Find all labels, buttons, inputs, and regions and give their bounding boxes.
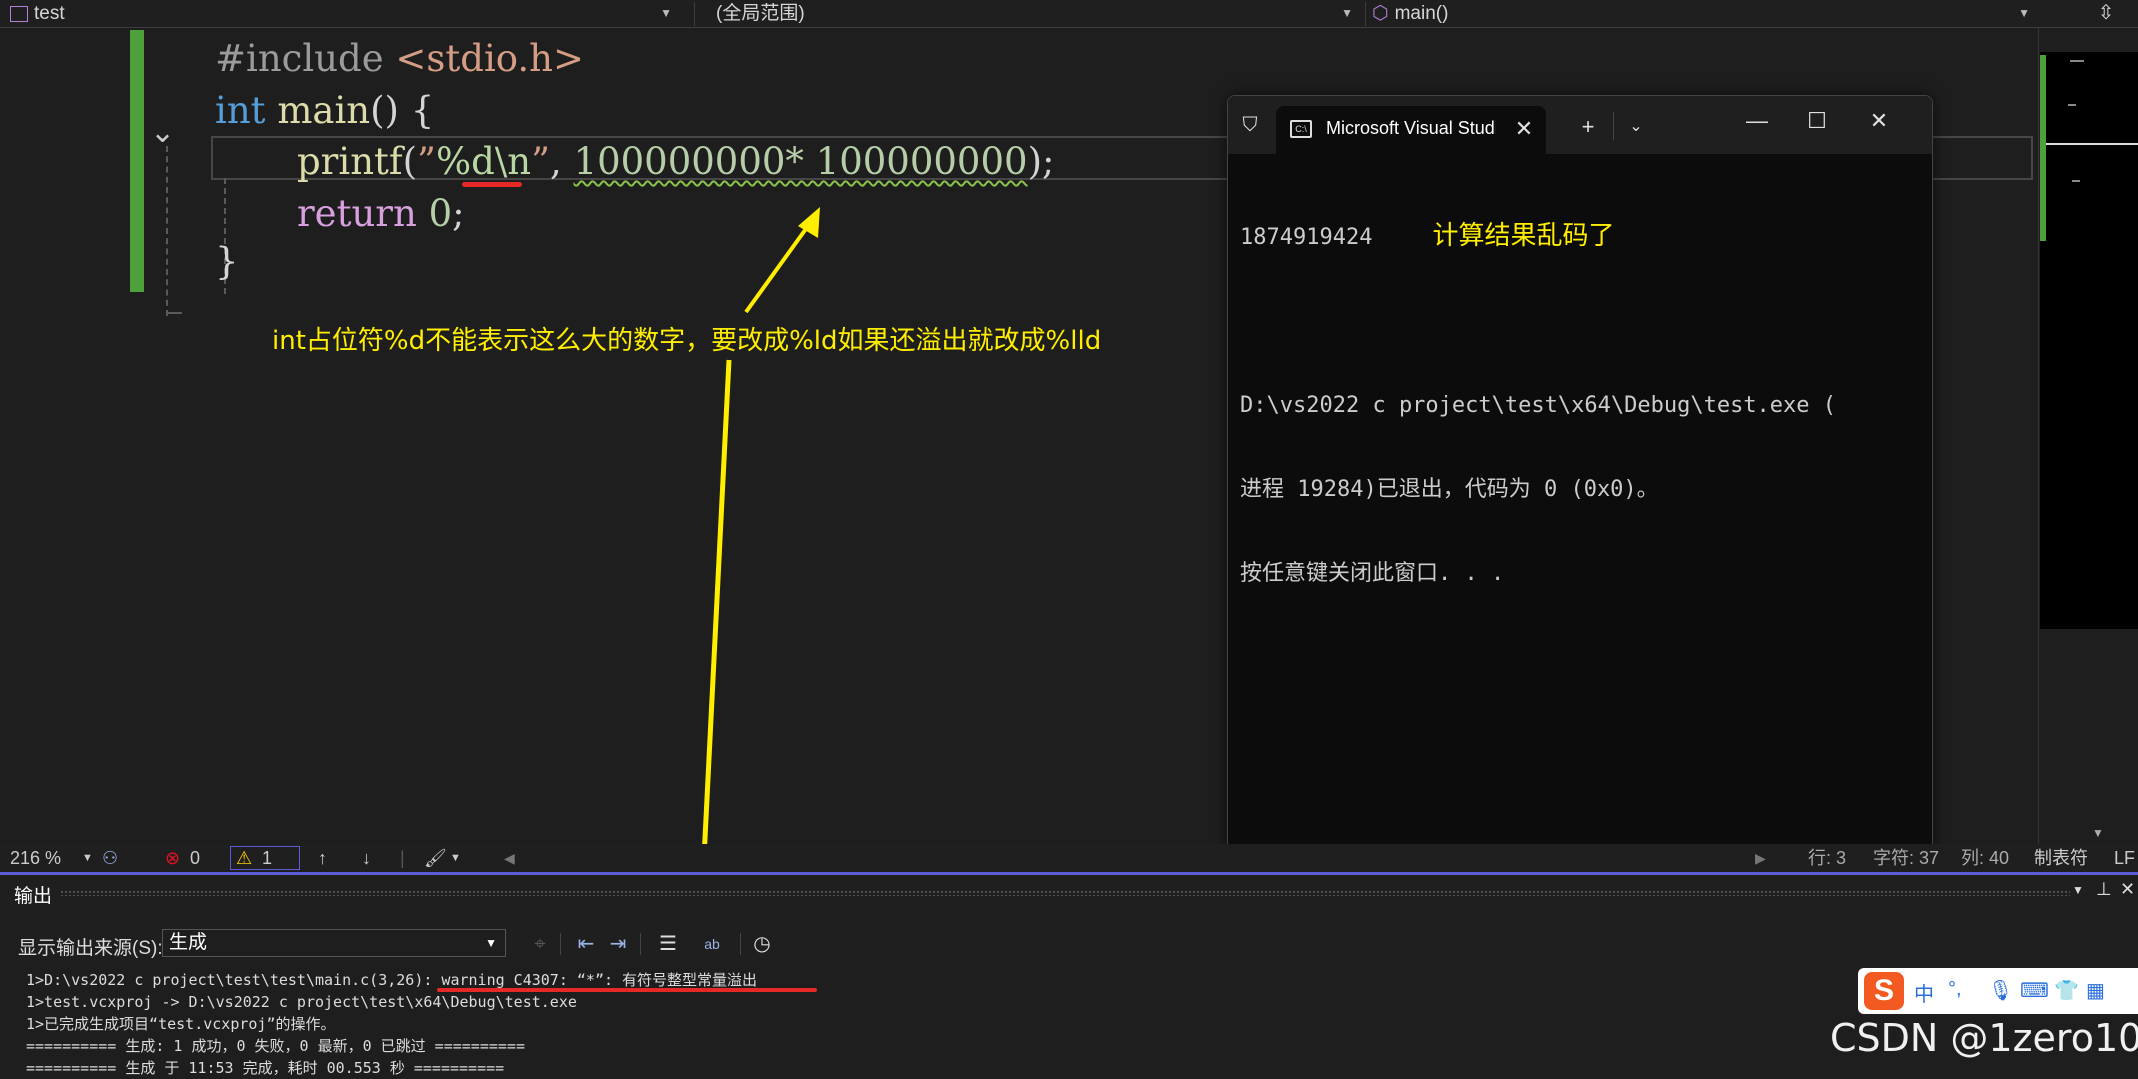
- zoom-level[interactable]: 216 %: [10, 844, 61, 872]
- ime-punctuation[interactable]: °,: [1948, 978, 1962, 1001]
- copilot-icon[interactable]: ⚇: [102, 844, 118, 872]
- shield-icon: ⛉: [1242, 114, 1258, 136]
- arrow-down-icon[interactable]: ↓: [362, 844, 371, 872]
- divider: [640, 933, 641, 955]
- chevron-down-icon: ▼: [485, 936, 497, 950]
- editor-status-bar: 216 % ▼ ⚇ ⊗ 0 ⚠ 1 ↑ ↓ | 🖌 ▼ ◀ ▶ 行: 3 字符:…: [0, 844, 2138, 872]
- console-annotation: 计算结果乱码了: [1432, 221, 1615, 251]
- ime-toolbar[interactable]: S 中 °, 🎙 ⌨ 👕 ▦: [1858, 968, 2138, 1014]
- terminal-icon: C:\: [1290, 120, 1312, 138]
- output-panel: 输出 ▼ ⊥ ✕ 显示输出来源(S): 生成 ▼ ⌖ ⇤ ⇥ ☰ ab ◷ 1>D…: [0, 872, 2138, 1079]
- error-count[interactable]: 0: [190, 844, 200, 872]
- output-line: 1>test.vcxproj -> D:\vs2022 c project\te…: [26, 993, 577, 1011]
- output-line: ========== 生成: 1 成功，0 失败，0 最新，0 已跳过 ====…: [26, 1037, 525, 1055]
- panel-grip[interactable]: [60, 890, 2070, 896]
- arrow-up-icon[interactable]: ↑: [318, 844, 327, 872]
- minimap-code-mark: [2070, 60, 2084, 62]
- output-source-select[interactable]: 生成 ▼: [162, 929, 506, 957]
- divider: |: [400, 848, 405, 868]
- char-number: 字符: 37: [1873, 848, 1940, 868]
- console-tab[interactable]: C:\ Microsoft Visual Studio Debug Consol…: [1276, 106, 1546, 154]
- output-line: 1>已完成生成项目“test.vcxproj”的操作。: [26, 1015, 336, 1033]
- minimap-cursor-line: [2046, 143, 2138, 145]
- console-exit-line: 按任意键关闭此窗口. . .: [1240, 561, 1505, 586]
- chevron-down-icon[interactable]: ▼: [82, 844, 93, 872]
- next-message-icon[interactable]: ⇥: [604, 931, 632, 957]
- divider: [1613, 112, 1614, 140]
- console-titlebar: ⛉ C:\ Microsoft Visual Studio Debug Cons…: [1228, 96, 1932, 154]
- arrow-to-expression: [744, 207, 820, 314]
- close-icon[interactable]: ✕: [2120, 879, 2135, 900]
- scroll-left-icon[interactable]: ◀: [504, 844, 515, 872]
- clock-icon[interactable]: ◷: [748, 931, 776, 957]
- output-text[interactable]: 1>D:\vs2022 c project\test\test\main.c(3…: [0, 965, 2138, 1079]
- new-tab-button[interactable]: +: [1576, 116, 1600, 138]
- divider: [560, 933, 561, 955]
- shirt-icon[interactable]: 👕: [2054, 978, 2079, 1003]
- console-output: 1874919424 计算结果乱码了 D:\vs2022 c project\te…: [1240, 166, 1920, 644]
- scroll-right-icon[interactable]: ▶: [1755, 844, 1766, 872]
- ime-logo-icon: S: [1864, 972, 1904, 1010]
- line-number: 行: 3: [1808, 848, 1847, 868]
- microphone-icon[interactable]: 🎙: [1988, 978, 2013, 1003]
- pin-icon[interactable]: ⊥: [2096, 879, 2112, 900]
- chevron-down-icon[interactable]: ▼: [450, 844, 461, 872]
- output-source-label: 显示输出来源(S):: [18, 938, 163, 959]
- minimap-change-indicator: [2040, 55, 2046, 241]
- go-to-location-icon[interactable]: ⌖: [526, 931, 554, 957]
- divider: [740, 933, 741, 955]
- chevron-down-icon[interactable]: ▼: [2072, 883, 2084, 897]
- console-window[interactable]: ⛉ C:\ Microsoft Visual Studio Debug Cons…: [1227, 95, 1933, 852]
- console-result-line: 1874919424 计算结果乱码了: [1240, 222, 1920, 252]
- warning-count: 1: [262, 848, 273, 868]
- minimize-button[interactable]: —: [1742, 110, 1772, 132]
- output-line: ========== 生成 于 11:53 完成，耗时 00.553 秒 ===…: [26, 1059, 505, 1077]
- output-source-value: 生成: [169, 932, 208, 953]
- chevron-down-icon[interactable]: ⌄: [1624, 116, 1648, 138]
- clear-all-icon[interactable]: ☰: [654, 931, 682, 957]
- panel-title: 输出: [14, 886, 53, 907]
- keyboard-icon[interactable]: ⌨: [2020, 978, 2049, 1003]
- previous-message-icon[interactable]: ⇤: [572, 931, 600, 957]
- column-number: 列: 40: [1961, 848, 2010, 868]
- line-ending[interactable]: LF: [2114, 844, 2135, 872]
- ime-language[interactable]: 中: [1914, 978, 1934, 1007]
- watermark: CSDN @1zero10: [1830, 1016, 2138, 1060]
- minimap-code-mark: [2068, 104, 2076, 106]
- close-tab-icon[interactable]: ✕: [1514, 118, 1534, 140]
- error-icon: ⊗: [165, 848, 181, 868]
- maximize-button[interactable]: ☐: [1802, 110, 1832, 132]
- close-window-button[interactable]: ✕: [1864, 110, 1894, 132]
- minimap-code-mark: [2072, 180, 2080, 182]
- console-exit-line: 进程 19284)已退出，代码为 0 (0x0)。: [1240, 477, 1659, 502]
- warning-icon: ⚠: [236, 848, 253, 868]
- console-exit-line: D:\vs2022 c project\test\x64\Debug\test.…: [1240, 393, 1837, 418]
- console-result: 1874919424: [1240, 225, 1373, 250]
- console-tab-title: Microsoft Visual Studio Debug Console: [1326, 118, 1496, 138]
- warning-underline: [437, 988, 817, 992]
- minimap-preview: [2040, 52, 2138, 629]
- brush-icon[interactable]: 🖌: [424, 844, 447, 872]
- indent-mode[interactable]: 制表符: [2034, 844, 2088, 872]
- word-wrap-icon[interactable]: ab: [698, 931, 726, 957]
- apps-icon[interactable]: ▦: [2086, 978, 2105, 1003]
- scroll-down-icon[interactable]: ▼: [2092, 826, 2104, 840]
